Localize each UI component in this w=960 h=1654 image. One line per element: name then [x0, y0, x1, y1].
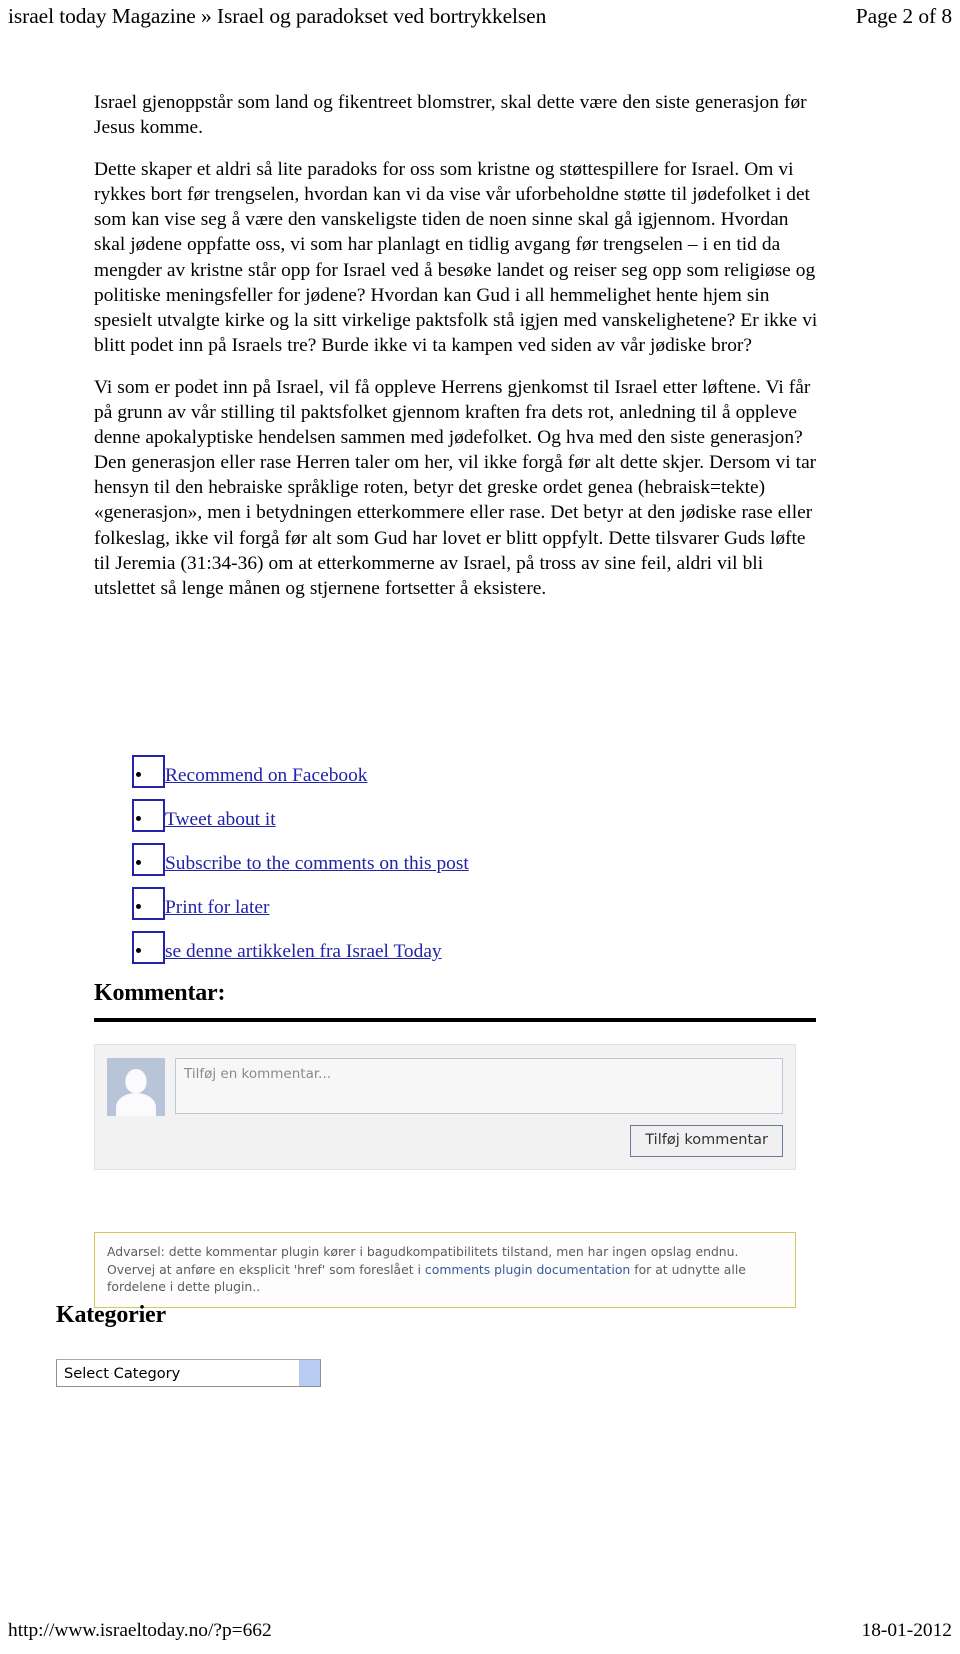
header-page-number: Page 2 of 8: [855, 4, 952, 29]
footer-url: http://www.israeltoday.no/?p=662: [8, 1620, 272, 1641]
share-link-facebook[interactable]: Recommend on Facebook: [165, 766, 367, 788]
categories-heading: Kategorier: [56, 1302, 166, 1328]
comments-plugin-documentation-link[interactable]: comments plugin documentation: [425, 1262, 630, 1277]
share-link-subscribe[interactable]: Subscribe to the comments on this post: [165, 854, 469, 876]
comments-heading-divider: [94, 1018, 816, 1022]
list-item[interactable]: Subscribe to the comments on this post: [94, 832, 820, 876]
facebook-comments-widget: Tilføj en kommentar... Tilføj kommentar: [94, 1044, 796, 1170]
share-link-tweet[interactable]: Tweet about it: [165, 810, 276, 832]
list-bullet-icon: [136, 904, 141, 909]
article-body: Israel gjenoppstår som land og fikentree…: [94, 90, 820, 601]
list-item[interactable]: se denne artikkelen fra Israel Today: [94, 920, 820, 964]
comment-actions: Tilføj kommentar: [107, 1125, 783, 1157]
category-select-value: Select Category: [64, 1364, 181, 1382]
dropdown-arrow-icon[interactable]: [299, 1360, 320, 1386]
share-link-israel-today[interactable]: se denne artikkelen fra Israel Today: [165, 942, 442, 964]
footer-date: 18-01-2012: [861, 1620, 952, 1641]
avatar-head-shape: [125, 1069, 147, 1093]
list-bullet-icon: [136, 860, 141, 865]
article-paragraph-3: Vi som er podet inn på Israel, vil få op…: [94, 376, 817, 599]
page-footer: http://www.israeltoday.no/?p=662 18-01-2…: [8, 1616, 952, 1646]
share-link-print[interactable]: Print for later: [165, 898, 269, 920]
comments-heading: Kommentar:: [94, 980, 226, 1006]
page-header: israel today Magazine » Israel og parado…: [8, 0, 952, 34]
list-bullet-icon: [136, 816, 141, 821]
submit-comment-button[interactable]: Tilføj kommentar: [630, 1125, 783, 1157]
category-select[interactable]: Select Category: [56, 1359, 321, 1387]
list-bullet-icon: [136, 772, 141, 777]
comment-input-row: Tilføj en kommentar...: [107, 1058, 783, 1116]
share-links-list: Recommend on Facebook Tweet about it Sub…: [94, 744, 820, 964]
comment-input[interactable]: Tilføj en kommentar...: [175, 1058, 783, 1114]
comments-plugin-warning: Advarsel: dette kommentar plugin kører i…: [94, 1232, 796, 1308]
avatar-body-shape: [116, 1093, 156, 1116]
article-paragraph-2: Dette skaper et aldri så lite paradoks f…: [94, 159, 818, 356]
default-user-avatar-icon: [107, 1058, 165, 1116]
list-item[interactable]: Recommend on Facebook: [94, 744, 820, 788]
list-item[interactable]: Tweet about it: [94, 788, 820, 832]
list-item[interactable]: Print for later: [94, 876, 820, 920]
header-breadcrumb-title: israel today Magazine » Israel og parado…: [8, 4, 547, 29]
article-paragraph-1: Israel gjenoppstår som land og fikentree…: [94, 92, 807, 139]
list-bullet-icon: [136, 948, 141, 953]
